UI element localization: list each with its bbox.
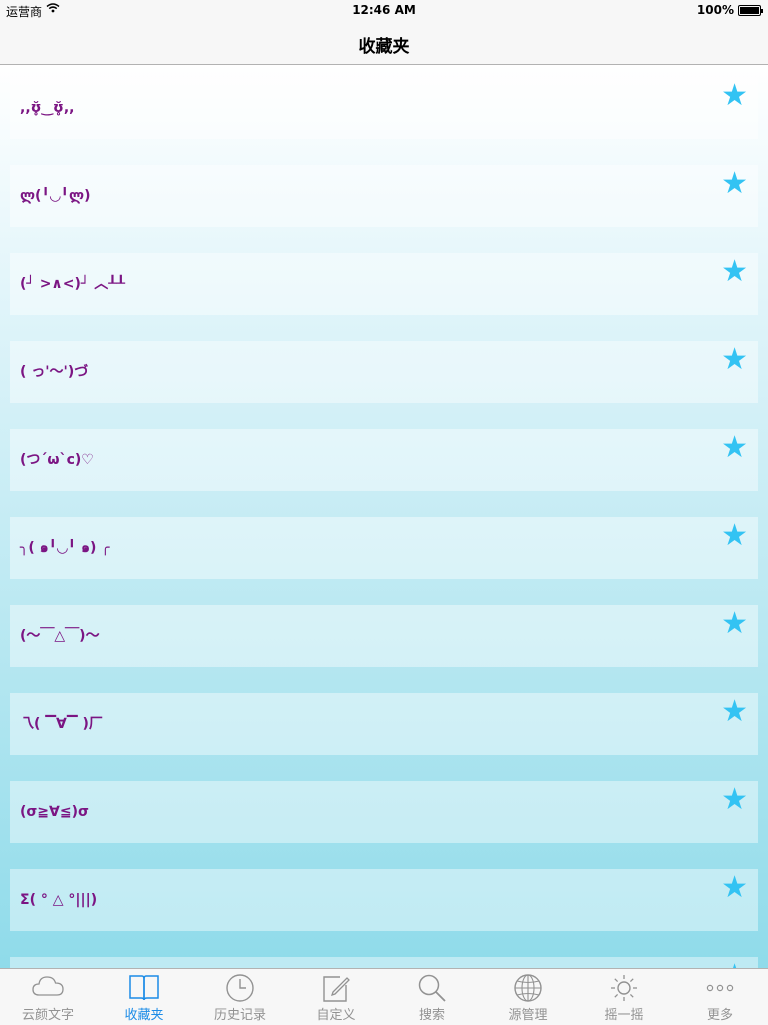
emoticon-text: (σ≧∀≦)σ	[20, 804, 89, 820]
battery-percentage: 100%	[696, 3, 734, 17]
tab-source-manager[interactable]: 源管理	[480, 969, 576, 1025]
tab-more[interactable]: 更多	[672, 969, 768, 1025]
emoticon-text: ლ(╹◡╹ლ)	[20, 188, 91, 204]
list-item[interactable]: (つ´ω`c)♡ ★	[10, 429, 758, 491]
list-item[interactable]: Σ( ° △ °|||) ★	[10, 869, 758, 931]
emoticon-text: (┘ >∧<)┘ ︿┸┸	[20, 276, 126, 292]
emoticon-text: ,,ʊ̥̆‿ʊ̥̆,,	[20, 100, 75, 116]
emoticon-text: (つ´ω`c)♡	[20, 452, 94, 468]
tab-label: 历史记录	[213, 1008, 266, 1023]
list-item[interactable]: 乁( ▔∀▔ )厂 ★	[10, 693, 758, 755]
tab-label: 源管理	[508, 1008, 548, 1023]
list-item[interactable]: ( っ'～')づ ★	[10, 341, 758, 403]
tab-cloud-emoticons[interactable]: 云颜文字	[0, 969, 96, 1025]
battery-icon	[738, 5, 763, 16]
tab-label: 收藏夹	[124, 1008, 164, 1023]
status-bar: 运营商 12:46 AM 100%	[0, 0, 768, 20]
page-title: 收藏夹	[358, 37, 410, 57]
star-icon[interactable]: ★	[721, 433, 748, 463]
star-icon[interactable]: ★	[721, 785, 748, 815]
tab-search[interactable]: 搜索	[384, 969, 480, 1025]
search-icon	[384, 973, 480, 1003]
tab-shake[interactable]: 摇一摇	[576, 969, 672, 1025]
book-icon	[96, 973, 192, 1003]
sun-icon	[576, 973, 672, 1003]
emoticon-text: 乁( ▔∀▔ )厂	[20, 716, 103, 732]
list-item[interactable]: (┘ >∧<)┘ ︿┸┸ ★	[10, 253, 758, 315]
emoticon-text: ( っ'～')づ	[20, 364, 89, 380]
star-icon[interactable]: ★	[721, 521, 748, 551]
favorites-list[interactable]: ,,ʊ̥̆‿ʊ̥̆,, ★ ლ(╹◡╹ლ) ★ (┘ >∧<)┘ ︿┸┸ ★ (…	[0, 65, 768, 968]
list-item[interactable]: ,,ʊ̥̆‿ʊ̥̆,, ★	[10, 77, 758, 139]
star-icon[interactable]: ★	[721, 961, 748, 969]
list-item[interactable]: (～￣△￣)～ ★	[10, 605, 758, 667]
tab-bar: 云颜文字 收藏夹 历史记录 自定义 搜索 源管理 摇一摇 更多	[0, 968, 768, 1025]
list-item[interactable]: ლ(╹◡╹ლ) ★	[10, 165, 758, 227]
emoticon-text: ╮( ๑╹◡╹ ๑) ╭	[20, 540, 110, 556]
star-icon[interactable]: ★	[721, 873, 748, 903]
list-item[interactable]: ╮( ๑╹◡╹ ๑) ╭ ★	[10, 517, 758, 579]
star-icon[interactable]: ★	[721, 257, 748, 287]
tab-favorites[interactable]: 收藏夹	[96, 969, 192, 1025]
star-icon[interactable]: ★	[721, 697, 748, 727]
tab-label: 云颜文字	[21, 1008, 74, 1023]
tab-label: 摇一摇	[604, 1008, 644, 1023]
tab-label: 更多	[706, 1008, 733, 1023]
star-icon[interactable]: ★	[721, 81, 748, 111]
tab-label: 自定义	[316, 1008, 356, 1023]
star-icon[interactable]: ★	[721, 169, 748, 199]
globe-icon	[480, 973, 576, 1003]
navigation-bar: 收藏夹	[0, 20, 768, 65]
list-item[interactable]: ★	[10, 957, 758, 968]
tab-history[interactable]: 历史记录	[192, 969, 288, 1025]
status-time: 12:46 AM	[352, 3, 416, 17]
more-icon	[672, 973, 768, 1003]
clock-icon	[192, 973, 288, 1003]
emoticon-text: Σ( ° △ °|||)	[20, 892, 98, 908]
emoticon-text: (～￣△￣)～	[20, 628, 100, 644]
edit-icon	[288, 973, 384, 1003]
star-icon[interactable]: ★	[721, 345, 748, 375]
cloud-icon	[0, 973, 96, 1003]
tab-custom[interactable]: 自定义	[288, 969, 384, 1025]
star-icon[interactable]: ★	[721, 609, 748, 639]
tab-label: 搜索	[418, 1008, 445, 1023]
list-item[interactable]: (σ≧∀≦)σ ★	[10, 781, 758, 843]
